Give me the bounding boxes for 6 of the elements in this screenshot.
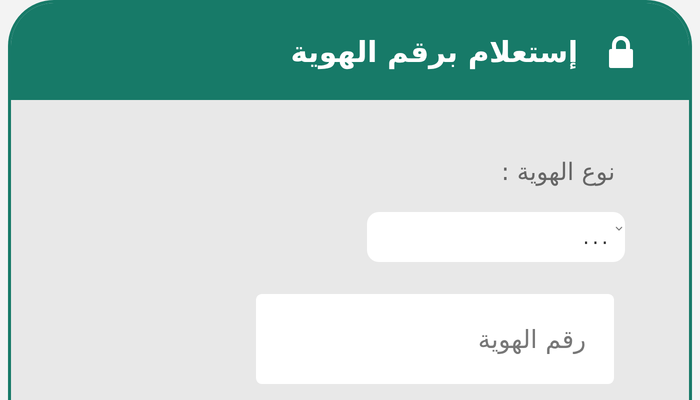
id-number-field[interactable]: رقم الهوية — [256, 294, 614, 384]
lock-icon — [608, 36, 634, 68]
caret-icon — [615, 226, 623, 232]
id-type-select[interactable]: ... — [367, 212, 625, 262]
card-title: إستعلام برقم الهوية — [290, 34, 578, 68]
field-label: نوع الهوية : — [501, 158, 615, 186]
